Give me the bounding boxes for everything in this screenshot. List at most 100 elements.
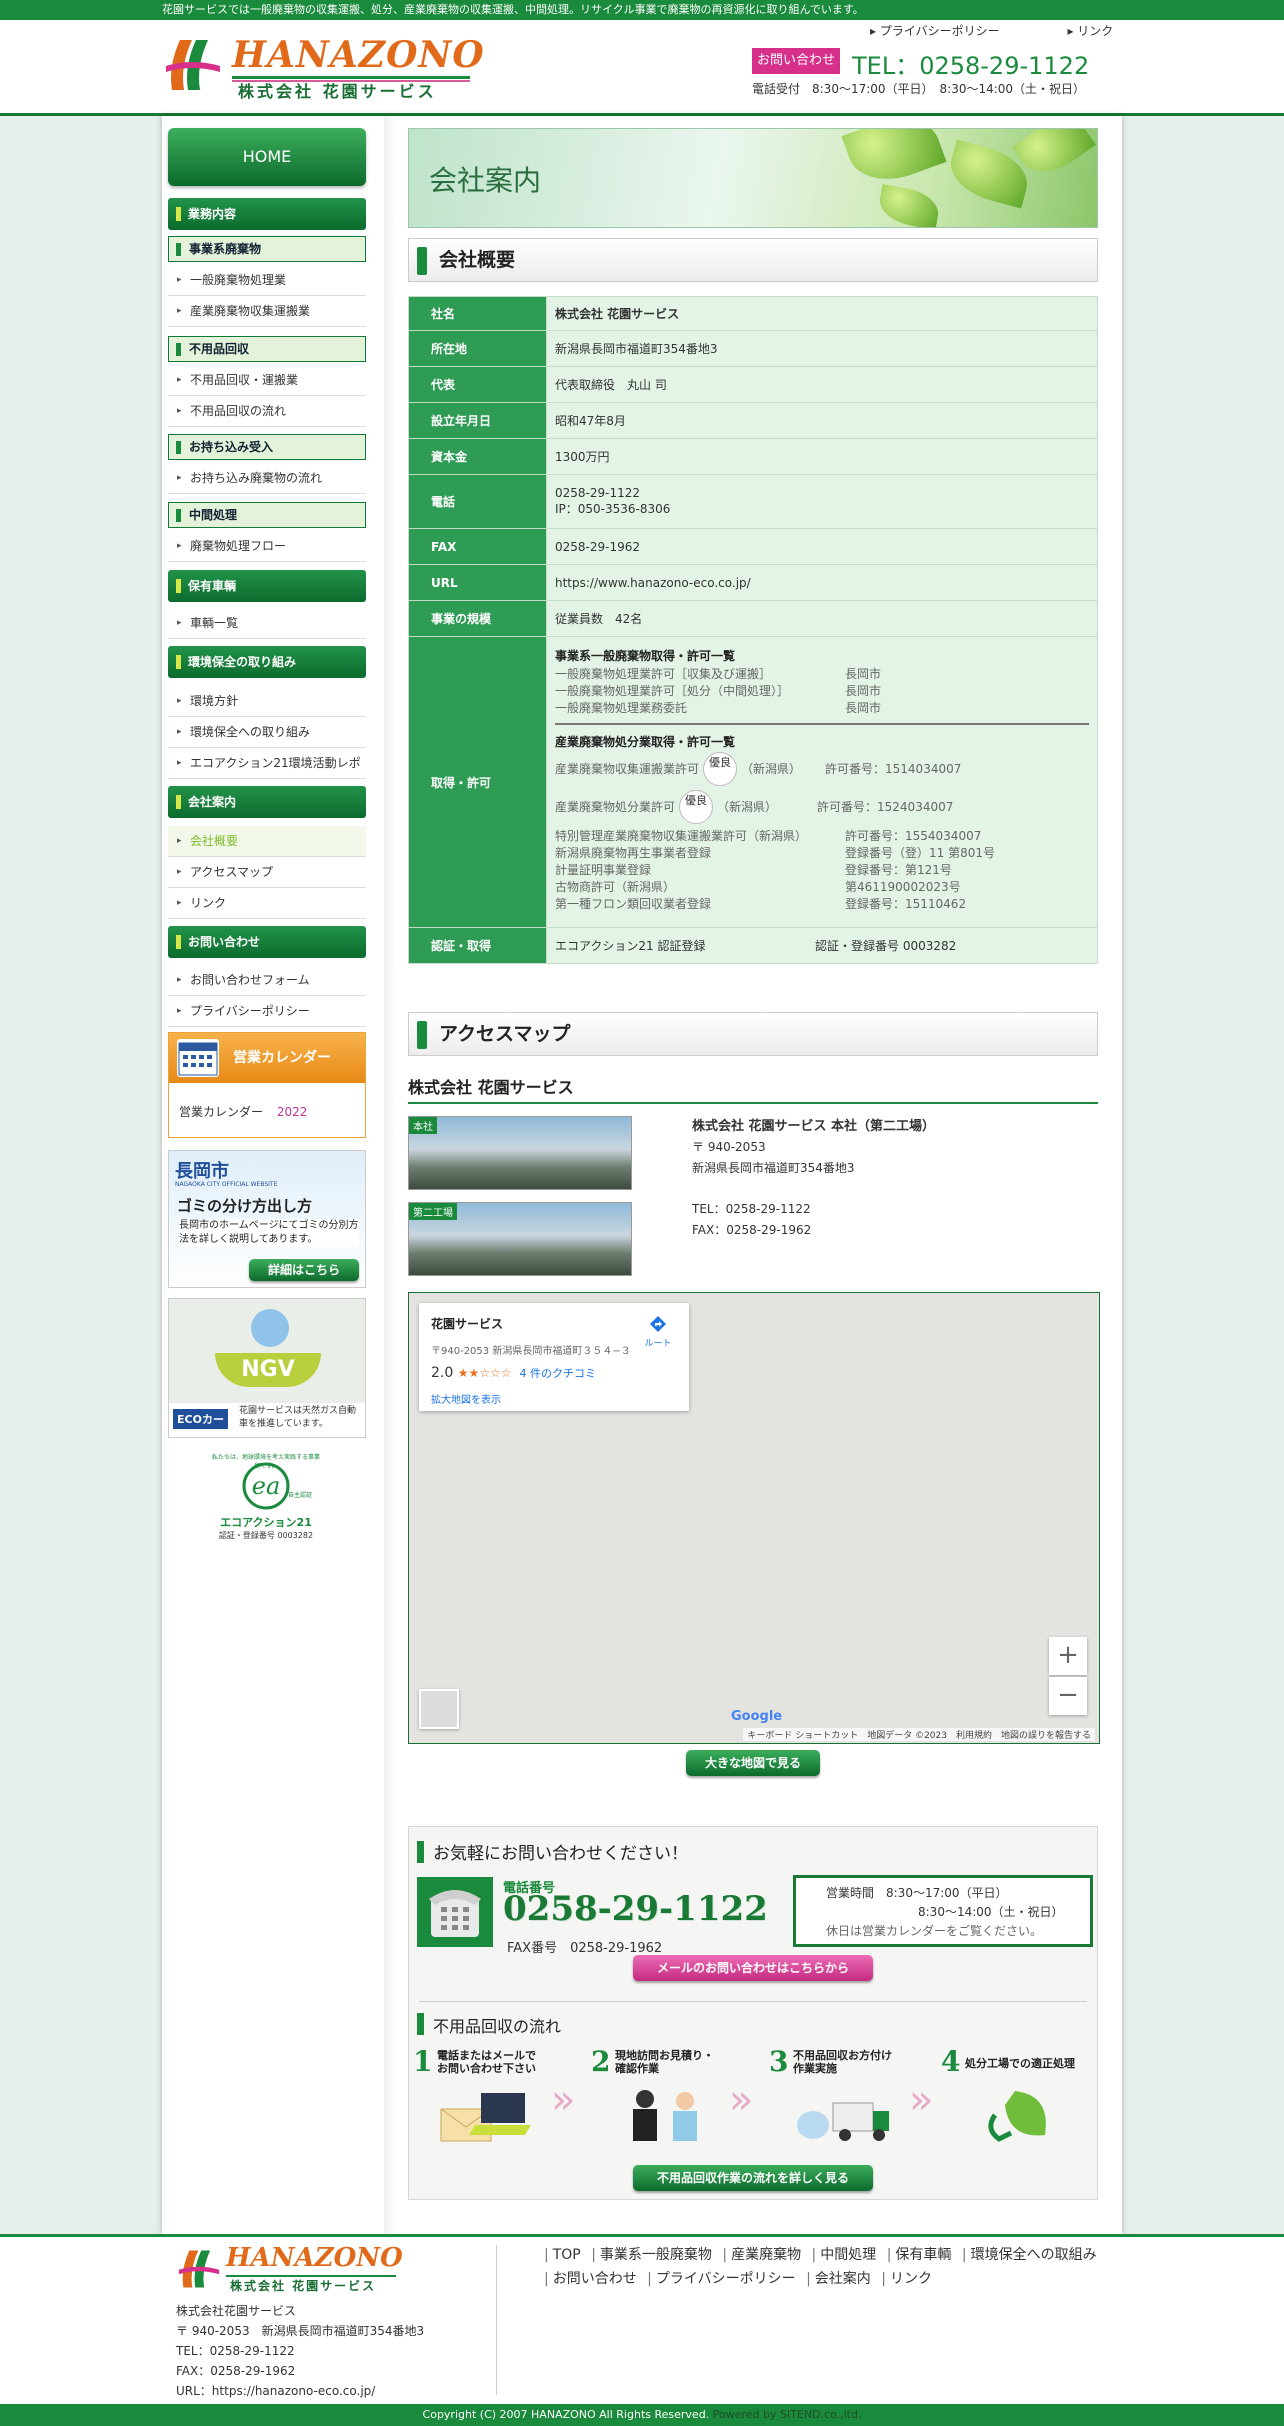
directions-button[interactable]: ルート [643,1315,673,1349]
ngv-sun-icon [251,1309,289,1347]
nagaoka-body: 長岡市のホームページにてゴミの分別方法を詳しく説明してあります。 [179,1219,359,1247]
sidebar-item-vehicle-list[interactable]: 車輌一覧 [168,608,366,639]
row-value: エコアクション21 認証登録 認証・登録番号 0003282 [546,927,1098,964]
license-row: 一般廃棄物処理業務委託 長岡市 [555,701,882,715]
eco-action21-logo[interactable]: 私たちは、地球環境を考え実践する事業所です。 ea 自主認証 エコアクション21… [212,1452,320,1548]
row-value: 0258-29-1122 IP：050-3536-8306 [546,474,1098,529]
row-value: 昭和47年8月 [546,402,1098,439]
footer-url[interactable]: URL：https://hanazono-eco.co.jp/ [176,2381,424,2401]
sidebar-item-contact-form[interactable]: お問い合わせフォーム [168,965,366,996]
footer-link-top[interactable]: TOP [544,2247,581,2263]
step-text: 不用品回収お方付け作業実施 [793,2049,892,2075]
logo-mark-icon [166,40,220,90]
sidebar-sub-business-waste[interactable]: 事業系廃棄物 [168,236,366,262]
nagaoka-city-banner[interactable]: 長岡市 NAGAOKA CITY OFFICIAL WEBSITE ゴミの分け方… [168,1150,366,1288]
sidebar-item-env-efforts[interactable]: 環境保全への取り組み [168,717,366,748]
header-link-links[interactable]: ▸ リンク [1067,24,1145,38]
calendar-body[interactable]: 営業カレンダー 2022 [169,1083,365,1140]
map-zoom-in-button[interactable]: + [1049,1637,1087,1675]
license-row: 一般廃棄物処理業許可［収集及び運搬］ 長岡市 [555,667,882,681]
sidebar-item-links[interactable]: リンク [168,888,366,919]
footer-link-contact[interactable]: お問い合わせ [544,2271,637,2287]
row-label: 設立年月日 [408,402,547,439]
sidebar-item-env-policy[interactable]: 環境方針 [168,686,366,717]
row-value: 新潟県長岡市福道町354番地3 [546,330,1098,367]
step-text: 電話またはメールでお問い合わせ下さい [437,2049,536,2075]
map-larger-link[interactable]: 拡大地図を表示 [431,1391,677,1406]
sidebar-item-waste-flow[interactable]: 廃棄物処理フロー [168,531,366,562]
sidebar-cat-company[interactable]: 会社案内 [168,786,366,818]
row-value: 株式会社 花園サービス [546,296,1098,331]
sidebar-sub-drop-off[interactable]: お持ち込み受入 [168,434,366,460]
sidebar-item-company-overview[interactable]: 会社概要 [168,826,366,857]
map-footer-links[interactable]: キーボード ショートカット 地図データ ©2023 利用規約 地図の誤りを報告す… [743,1728,1095,1741]
sidebar-cat-environment[interactable]: 環境保全の取り組み [168,646,366,678]
yuryo-badge: 優良 [703,752,738,786]
eco-action21-name: エコアクション21 [220,1516,312,1529]
header-link-privacy[interactable]: ▸ プライバシーポリシー [870,24,1032,38]
sidebar-item-general-waste[interactable]: 一般廃棄物処理業 [168,265,366,296]
sidebar-cat-contact[interactable]: お問い合わせ [168,926,366,958]
map-place-card: 花園サービス 〒940-2053 新潟県長岡市福道町３５４−３ 2.0 ★★☆☆… [419,1303,689,1411]
office-tel: TEL：0258-29-1122 [692,1202,811,1216]
sidebar-sub-junk-collection[interactable]: 不用品回収 [168,336,366,362]
sidebar-item-drop-off-flow[interactable]: お持ち込み廃棄物の流れ [168,463,366,494]
ngv-banner[interactable]: NGV ECOカー 花園サービスは天然ガス自動車を推進しています。 [168,1298,366,1438]
logo-text-en: HANAZONO [232,34,485,76]
big-map-button[interactable]: 大きな地図で見る [686,1750,820,1776]
footer-link-industrial[interactable]: 産業廃棄物 [722,2247,801,2263]
footer-link-intermediate[interactable]: 中間処理 [812,2247,877,2263]
nagaoka-detail-button[interactable]: 詳細はこちら [249,1259,359,1281]
map-reviews-link[interactable]: 4 件のクチコミ [520,1367,597,1380]
row-label: 資本金 [408,438,547,475]
footer-link-company[interactable]: 会社案内 [806,2271,871,2287]
section-heading-access: アクセスマップ [408,1012,1098,1056]
footer-link-vehicles[interactable]: 保有車輌 [887,2247,952,2263]
row-label: 所在地 [408,330,547,367]
fax-number: FAX番号 0258-29-1962 [507,1941,663,1956]
step-number: 3 [769,2045,789,2078]
footer-link-environment[interactable]: 環境保全への取組み [962,2247,1097,2263]
business-calendar-box[interactable]: 営業カレンダー 営業カレンダー 2022 [168,1032,366,1138]
photo-tag: 第二工場 [409,1203,457,1220]
map-zoom-out-button[interactable]: − [1049,1677,1087,1715]
sidebar-sub-intermediate[interactable]: 中間処理 [168,502,366,528]
sidebar-cat-vehicles[interactable]: 保有車輌 [168,570,366,602]
footer-link-general-waste[interactable]: 事業系一般廃棄物 [591,2247,712,2263]
svg-text:ea: ea [252,1472,281,1500]
logo-mark-icon [178,2250,220,2288]
sidebar: HOME 業務内容 事業系廃棄物 一般廃棄物処理業 産業廃棄物収集運搬業 不用品… [162,116,384,2234]
contact-title: お気軽にお問い合わせください！ [417,1839,688,1864]
table-row: URL https://www.hanazono-eco.co.jp/ [408,564,1098,601]
header-contact-button[interactable]: お問い合わせ [752,48,840,74]
sidebar-item-privacy[interactable]: プライバシーポリシー [168,996,366,1027]
mail-contact-button[interactable]: メールのお問い合わせはこちらから [633,1955,873,1981]
footer-link-privacy[interactable]: プライバシーポリシー [647,2271,795,2287]
sidebar-item-industrial-transport[interactable]: 産業廃棄物収集運搬業 [168,296,366,327]
powered-by-link[interactable]: Powered by SITEND.co.,ltd. [713,2408,862,2421]
flow-detail-button[interactable]: 不用品回収作業の流れを詳しく見る [633,2165,873,2191]
sidebar-home-button[interactable]: HOME [168,128,366,186]
map-layer-toggle[interactable] [419,1689,459,1729]
calendar-year-link[interactable]: 2022 [277,1105,308,1119]
sidebar-item-access-map[interactable]: アクセスマップ [168,857,366,888]
flow-step-4: 4 処分工場での適正処理 [941,2045,1101,2149]
sidebar-item-junk-flow[interactable]: 不用品回収の流れ [168,396,366,427]
nagaoka-city-en: NAGAOKA CITY OFFICIAL WEBSITE [175,1181,278,1188]
google-map-embed[interactable]: 花園サービス 〒940-2053 新潟県長岡市福道町３５４−３ 2.0 ★★☆☆… [408,1292,1100,1744]
footer-logo[interactable]: HANAZONO 株式会社 花園サービス [176,2243,406,2297]
footer-logo-jp: 株式会社 花園サービス [230,2279,377,2293]
sidebar-item-junk-transport[interactable]: 不用品回収・運搬業 [168,365,366,396]
site-logo[interactable]: HANAZONO 株式会社 花園サービス [162,34,485,101]
sidebar-item-ea21-report[interactable]: エコアクション21環境活動レポート [168,748,366,800]
url-link[interactable]: https://www.hanazono-eco.co.jp/ [546,564,1098,601]
flow-arrow-icon: » [909,2077,934,2123]
yuryo-badge: 優良 [679,790,714,824]
footer-link-links[interactable]: リンク [881,2271,932,2287]
logo-text-jp: 株式会社 花園サービス [238,82,437,101]
row-value: 1300万円 [546,438,1098,475]
table-row: 所在地 新潟県長岡市福道町354番地3 [408,330,1098,367]
table-row: 取得・許可 事業系一般廃棄物取得・許可一覧 一般廃棄物処理業許可［収集及び運搬］… [408,636,1098,928]
row-value: 0258-29-1962 [546,528,1098,565]
license-industrial-title: 産業廃棄物処分業取得・許可一覧 [555,735,736,749]
